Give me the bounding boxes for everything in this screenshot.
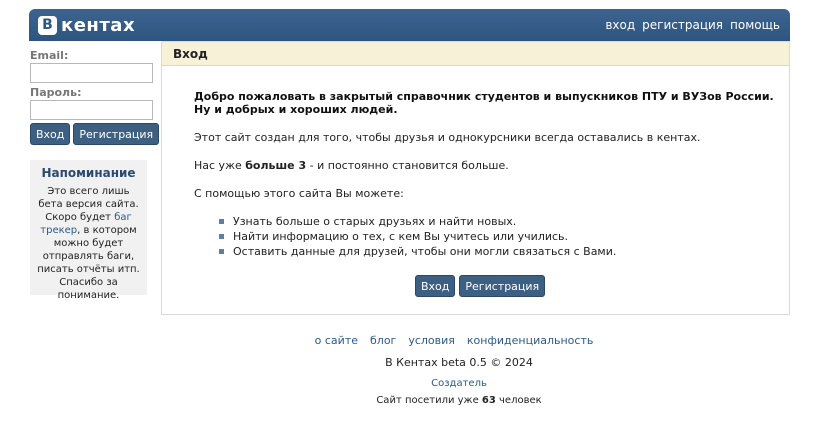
main-buttons: Вход Регистрация	[415, 275, 546, 297]
list-item: Оставить данные для друзей, чтобы они мо…	[219, 244, 774, 259]
count-suffix: - и постоянно становится больше.	[306, 159, 509, 172]
logo[interactable]: В кентах	[38, 16, 135, 35]
nav-login-link[interactable]: вход	[605, 18, 635, 32]
member-count-text: Нас уже больше 3 - и постоянно становитс…	[194, 159, 774, 172]
visit-counter: Сайт посетили уже 63 человек	[0, 395, 828, 406]
email-field[interactable]	[30, 63, 153, 83]
count-prefix: Нас уже	[194, 159, 246, 172]
password-label: Пароль:	[30, 86, 82, 99]
creator-line: Создатель	[0, 376, 828, 389]
welcome-line-1: Добро пожаловать в закрытый справочник с…	[194, 90, 774, 103]
features-list: Узнать больше о старых друзьях и найти н…	[219, 214, 774, 259]
welcome-heading: Добро пожаловать в закрытый справочник с…	[194, 90, 774, 116]
creator-link[interactable]: Создатель	[431, 378, 487, 389]
logo-text: кентах	[61, 15, 136, 36]
reminder-text-end: , в котором можно будет отправлять баги,…	[37, 225, 140, 301]
footer-links: о сайте блог условия конфиденциальность	[0, 334, 828, 347]
copyright: В Кентах beta 0.5 © 2024	[385, 356, 533, 369]
visits-prefix: Сайт посетили уже	[376, 395, 482, 406]
welcome-line-2: Ну и добрых и хороших людей.	[194, 103, 398, 116]
panel-title: Вход	[162, 42, 789, 66]
main-panel: Вход Добро пожаловать в закрытый справоч…	[161, 41, 790, 315]
footer-privacy-link[interactable]: конфиденциальность	[467, 334, 593, 347]
footer-blog-link[interactable]: блог	[370, 334, 396, 347]
site-header: В кентах вход регистрация помощь	[29, 9, 790, 41]
reminder-text: Это всего лишь бета версия сайта. Скоро …	[30, 185, 147, 302]
list-item: Узнать больше о старых друзьях и найти н…	[219, 214, 774, 229]
footer-terms-link[interactable]: условия	[408, 334, 455, 347]
intro-text: Этот сайт создан для того, чтобы друзья …	[194, 131, 701, 144]
email-label: Email:	[30, 49, 69, 62]
visits-count: 63	[481, 395, 496, 406]
list-item: Найти информацию о тех, с кем Вы учитесь…	[219, 229, 774, 244]
logo-icon: В	[38, 16, 57, 35]
reminder-title: Напоминание	[41, 166, 136, 180]
password-field[interactable]	[30, 100, 153, 120]
sidebar-buttons: Вход Регистрация	[30, 123, 160, 145]
sidebar-login-button[interactable]: Вход	[30, 123, 71, 145]
sidebar-login-form: Email: Пароль: Вход Регистрация	[30, 49, 160, 145]
login-button[interactable]: Вход	[415, 275, 456, 297]
count-value: больше 3	[245, 159, 307, 172]
nav-help-link[interactable]: помощь	[730, 18, 780, 32]
footer-about-link[interactable]: о сайте	[315, 334, 358, 347]
top-nav: вход регистрация помощь	[605, 18, 780, 32]
nav-register-link[interactable]: регистрация	[642, 18, 723, 32]
reminder-box: Напоминание Это всего лишь бета версия с…	[30, 160, 147, 301]
features-intro: С помощью этого сайта Вы можете:	[194, 187, 404, 200]
register-button[interactable]: Регистрация	[459, 275, 546, 297]
sidebar-register-button[interactable]: Регистрация	[73, 123, 160, 145]
visits-suffix: человек	[495, 395, 542, 406]
panel-body: Добро пожаловать в закрытый справочник с…	[194, 90, 774, 259]
